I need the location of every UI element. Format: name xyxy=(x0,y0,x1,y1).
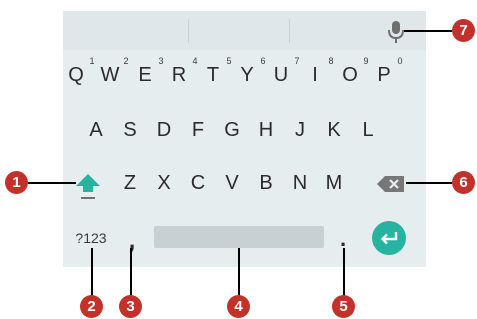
key-j[interactable]: J xyxy=(288,119,312,141)
key-hint-number: 3 xyxy=(158,56,164,66)
key-y[interactable]: Y xyxy=(235,64,259,86)
key-m[interactable]: M xyxy=(322,172,346,194)
key-k[interactable]: K xyxy=(322,119,346,141)
shift-key[interactable] xyxy=(73,172,103,204)
key-d[interactable]: D xyxy=(152,119,176,141)
key-r[interactable]: R xyxy=(167,64,191,86)
callout-5: 5 xyxy=(332,295,355,318)
key-p[interactable]: P xyxy=(372,64,396,86)
key-n[interactable]: N xyxy=(288,172,312,194)
key-z[interactable]: Z xyxy=(118,172,142,194)
key-x[interactable]: X xyxy=(152,172,176,194)
key-t[interactable]: T xyxy=(201,64,225,86)
comma-key[interactable]: , xyxy=(124,228,140,254)
symbols-key[interactable]: ?123 xyxy=(68,230,114,246)
callout-2: 2 xyxy=(80,295,103,318)
microphone-icon[interactable] xyxy=(386,20,406,44)
shift-icon xyxy=(76,174,100,199)
key-l[interactable]: L xyxy=(356,119,380,141)
callout-1: 1 xyxy=(5,171,28,194)
suggestion-strip xyxy=(63,11,426,50)
key-i[interactable]: I xyxy=(303,64,327,86)
callout-6-line xyxy=(406,182,452,184)
key-s[interactable]: S xyxy=(118,119,142,141)
key-v[interactable]: V xyxy=(220,172,244,194)
backspace-key[interactable] xyxy=(376,175,406,193)
key-h[interactable]: H xyxy=(254,119,278,141)
suggestion-divider xyxy=(289,19,290,43)
key-w[interactable]: W xyxy=(98,64,122,86)
key-b[interactable]: B xyxy=(254,172,278,194)
space-bar[interactable] xyxy=(154,226,324,248)
key-q[interactable]: Q xyxy=(64,64,88,86)
callout-7-line xyxy=(404,30,452,32)
key-hint-number: 0 xyxy=(397,56,403,66)
key-g[interactable]: G xyxy=(220,119,244,141)
key-hint-number: 1 xyxy=(89,56,95,66)
key-e[interactable]: E xyxy=(133,64,157,86)
enter-icon xyxy=(380,232,398,245)
callout-7: 7 xyxy=(452,19,475,42)
callout-5-line xyxy=(343,248,345,296)
key-a[interactable]: A xyxy=(84,119,108,141)
backspace-icon xyxy=(377,176,404,192)
key-hint-number: 8 xyxy=(328,56,334,66)
key-c[interactable]: C xyxy=(186,172,210,194)
key-hint-number: 4 xyxy=(192,56,198,66)
suggestion-divider xyxy=(188,19,189,43)
enter-key[interactable] xyxy=(372,221,406,255)
callout-4: 4 xyxy=(227,295,250,318)
callout-3-line xyxy=(130,248,132,296)
callout-6: 6 xyxy=(452,171,475,194)
key-hint-number: 9 xyxy=(363,56,369,66)
key-hint-number: 6 xyxy=(260,56,266,66)
key-hint-number: 7 xyxy=(294,56,300,66)
key-o[interactable]: O xyxy=(338,64,362,86)
key-hint-number: 5 xyxy=(226,56,232,66)
callout-2-line xyxy=(91,248,93,296)
callout-4-line xyxy=(238,248,240,296)
key-u[interactable]: U xyxy=(269,64,293,86)
callout-1-line xyxy=(28,182,76,184)
key-hint-number: 2 xyxy=(123,56,129,66)
key-f[interactable]: F xyxy=(186,119,210,141)
callout-3: 3 xyxy=(119,295,142,318)
